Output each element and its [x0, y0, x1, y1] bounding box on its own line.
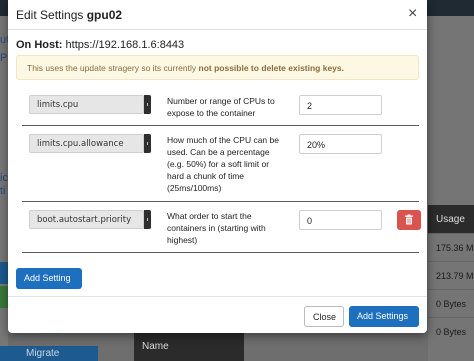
sidebar-text: ic	[0, 172, 8, 184]
drag-handle-icon[interactable]	[144, 134, 151, 153]
setting-value-input[interactable]: 0	[299, 210, 382, 230]
modal-footer: Close Add Settings	[8, 296, 427, 333]
sidebar-button[interactable]	[0, 262, 8, 284]
modal-title: Edit Settings gpu02	[16, 8, 122, 22]
setting-row: limits.cpu.allowance How much of the CPU…	[22, 126, 419, 202]
setting-value-input[interactable]: 20%	[299, 134, 382, 154]
close-button[interactable]: Close	[304, 306, 344, 327]
edit-settings-modal: Edit Settings gpu02 × On Host: https://1…	[8, 0, 427, 333]
drag-handle-icon[interactable]	[144, 210, 151, 229]
setting-description: What order to start the containers in (s…	[167, 211, 266, 245]
setting-description: How much of the CPU can be used. Can be …	[167, 135, 279, 193]
close-icon[interactable]: ×	[408, 6, 417, 22]
modal-header: Edit Settings gpu02 ×	[8, 0, 427, 30]
modal-title-instance: gpu02	[86, 8, 123, 22]
trash-icon	[405, 214, 413, 225]
name-column-header: Name	[134, 332, 244, 361]
setting-description: Number or range of CPUs to expose to the…	[167, 96, 275, 118]
delete-setting-button[interactable]	[397, 210, 421, 230]
usage-column-header: Usage	[428, 205, 474, 233]
alert-text: This uses the update stragery so its cur…	[27, 63, 197, 73]
warning-alert: This uses the update stragery so its cur…	[16, 55, 419, 80]
alert-bold-text: not possible to delete existing keys.	[198, 63, 344, 73]
setting-key-field[interactable]: limits.cpu.allowance	[29, 134, 144, 153]
sidebar-text: P	[0, 52, 8, 64]
setting-value-input[interactable]: 2	[299, 95, 382, 115]
migrate-button[interactable]: Migrate	[0, 346, 98, 361]
usage-cell: 0 Bytes	[428, 317, 474, 345]
usage-cell: 213.79 MB	[428, 261, 474, 289]
drag-handle-icon[interactable]	[144, 95, 151, 114]
usage-cell: 0 Bytes	[428, 289, 474, 317]
setting-key-field[interactable]: limits.cpu	[29, 95, 144, 114]
host-url: https://192.168.1.6:8443	[65, 39, 185, 51]
sidebar-text: ti	[0, 185, 6, 197]
sidebar-button[interactable]	[0, 286, 8, 308]
host-line: On Host: https://192.168.1.6:8443	[16, 39, 184, 51]
setting-key-field[interactable]: boot.autostart.priority	[29, 210, 144, 229]
setting-row: limits.cpu Number or range of CPUs to ex…	[22, 86, 419, 126]
add-settings-button[interactable]: Add Settings	[349, 306, 419, 327]
host-label: On Host:	[16, 39, 63, 51]
modal-title-prefix: Edit Settings	[16, 8, 84, 22]
setting-row: boot.autostart.priority What order to st…	[22, 202, 421, 253]
add-setting-button[interactable]: Add Setting	[16, 268, 82, 289]
usage-cell: 175.36 MB	[428, 233, 474, 261]
